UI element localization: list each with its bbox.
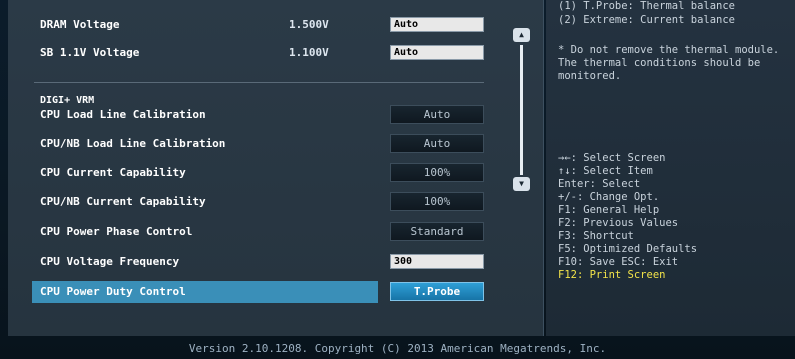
setting-row-cpu-llc[interactable]: CPU Load Line Calibration Auto bbox=[32, 104, 492, 126]
dram-voltage-input[interactable]: Auto bbox=[390, 17, 484, 32]
cpunb-llc-button[interactable]: Auto bbox=[390, 134, 484, 153]
key-hint: F2: Previous Values bbox=[558, 217, 679, 229]
power-duty-button[interactable]: T.Probe bbox=[390, 282, 484, 301]
voltage-frequency-input[interactable]: 300 bbox=[390, 254, 484, 269]
scrollbar[interactable]: ▲ ▼ bbox=[513, 28, 530, 191]
cpu-llc-button[interactable]: Auto bbox=[390, 105, 484, 124]
setting-label: DRAM Voltage bbox=[40, 18, 120, 31]
help-text: The thermal conditions should be bbox=[558, 57, 761, 69]
setting-label: CPU Load Line Calibration bbox=[40, 108, 206, 121]
scroll-up-icon[interactable]: ▲ bbox=[513, 28, 530, 42]
key-hint: F5: Optimized Defaults bbox=[558, 243, 698, 255]
setting-label: CPU Voltage Frequency bbox=[40, 255, 180, 268]
key-hint: F3: Shortcut bbox=[558, 230, 634, 242]
help-text: (1) T.Probe: Thermal balance bbox=[558, 0, 736, 12]
key-hint: →←: Select Screen bbox=[558, 152, 666, 164]
key-hint: ↑↓: Select Item bbox=[558, 165, 653, 177]
setting-row-phase-control[interactable]: CPU Power Phase Control Standard bbox=[32, 221, 492, 243]
key-hint: F1: General Help bbox=[558, 204, 660, 216]
setting-row-sb-voltage[interactable]: SB 1.1V Voltage 1.100V Auto bbox=[32, 42, 492, 64]
cpu-current-button[interactable]: 100% bbox=[390, 163, 484, 182]
current-value: 1.100V bbox=[289, 46, 329, 59]
setting-row-voltage-frequency[interactable]: CPU Voltage Frequency 300 bbox=[32, 251, 492, 273]
key-hint: F12: Print Screen bbox=[558, 269, 666, 281]
scroll-thumb[interactable] bbox=[520, 45, 523, 175]
setting-label: CPU Power Duty Control bbox=[40, 285, 186, 298]
setting-row-cpu-current[interactable]: CPU Current Capability 100% bbox=[32, 162, 492, 184]
key-hint: F10: Save ESC: Exit bbox=[558, 256, 679, 268]
setting-label: CPU/NB Current Capability bbox=[40, 195, 206, 208]
sb-voltage-input[interactable]: Auto bbox=[390, 45, 484, 60]
key-hint: Enter: Select bbox=[558, 178, 641, 190]
cpunb-current-button[interactable]: 100% bbox=[390, 192, 484, 211]
phase-control-button[interactable]: Standard bbox=[390, 222, 484, 241]
current-value: 1.500V bbox=[289, 18, 329, 31]
setting-label: CPU/NB Load Line Calibration bbox=[40, 137, 226, 150]
setting-label: CPU Power Phase Control bbox=[40, 225, 193, 238]
setting-row-power-duty[interactable]: CPU Power Duty Control T.Probe bbox=[32, 281, 492, 303]
setting-row-cpunb-current[interactable]: CPU/NB Current Capability 100% bbox=[32, 191, 492, 213]
setting-label: CPU Current Capability bbox=[40, 166, 186, 179]
help-text: monitored. bbox=[558, 70, 622, 82]
setting-label: SB 1.1V Voltage bbox=[40, 46, 140, 59]
setting-row-dram-voltage[interactable]: DRAM Voltage 1.500V Auto bbox=[32, 14, 492, 36]
section-divider bbox=[34, 82, 484, 83]
setting-row-cpunb-llc[interactable]: CPU/NB Load Line Calibration Auto bbox=[32, 133, 492, 155]
key-hint: +/-: Change Opt. bbox=[558, 191, 660, 203]
help-text: (2) Extreme: Current balance bbox=[558, 14, 736, 26]
help-text: * Do not remove the thermal module. bbox=[558, 44, 780, 56]
footer-version: Version 2.10.1208. Copyright (C) 2013 Am… bbox=[188, 342, 607, 355]
scroll-down-icon[interactable]: ▼ bbox=[513, 177, 530, 191]
